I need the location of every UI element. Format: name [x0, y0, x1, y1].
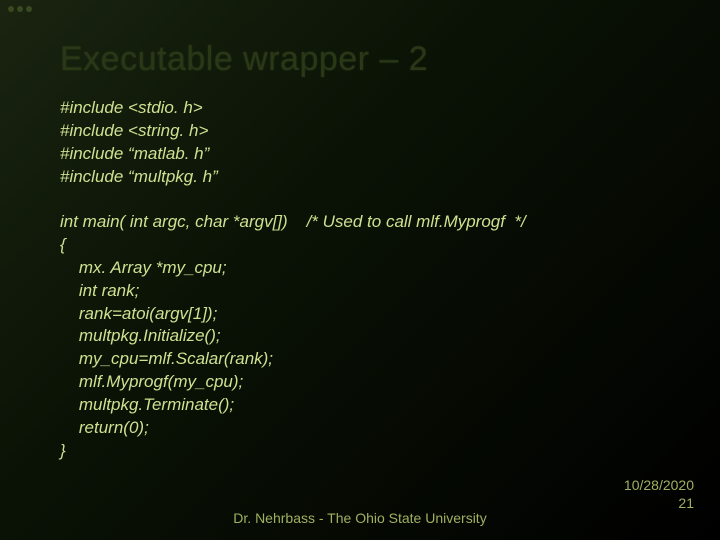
include-line: #include <stdio. h> — [60, 97, 670, 120]
footer-text: Dr. Nehrbass - The Ohio State University — [0, 510, 720, 526]
body-line: { — [60, 234, 670, 257]
include-line: #include <string. h> — [60, 120, 670, 143]
body-line: multpkg.Terminate(); — [60, 394, 670, 417]
include-line: #include “multpkg. h” — [60, 166, 670, 189]
main-signature: int main( int argc, char *argv[]) /* Use… — [60, 211, 670, 234]
body-line: rank=atoi(argv[1]); — [60, 303, 670, 326]
body-line: } — [60, 440, 670, 463]
body-line: mx. Array *my_cpu; — [60, 257, 670, 280]
slide-date: 10/28/2020 — [624, 476, 694, 494]
date-page-block: 10/28/2020 21 — [624, 476, 694, 512]
include-line: #include “matlab. h” — [60, 143, 670, 166]
body-line: return(0); — [60, 417, 670, 440]
body-line: int rank; — [60, 280, 670, 303]
decorative-dots — [8, 6, 32, 12]
slide-title: Executable wrapper – 2 — [60, 40, 670, 79]
slide: Executable wrapper – 2 #include <stdio. … — [0, 0, 720, 540]
body-line: my_cpu=mlf.Scalar(rank); — [60, 348, 670, 371]
body-line-call: mlf.Myprogf(my_cpu); — [60, 371, 670, 394]
code-block: #include <stdio. h> #include <string. h>… — [60, 97, 670, 463]
body-line: multpkg.Initialize(); — [60, 325, 670, 348]
